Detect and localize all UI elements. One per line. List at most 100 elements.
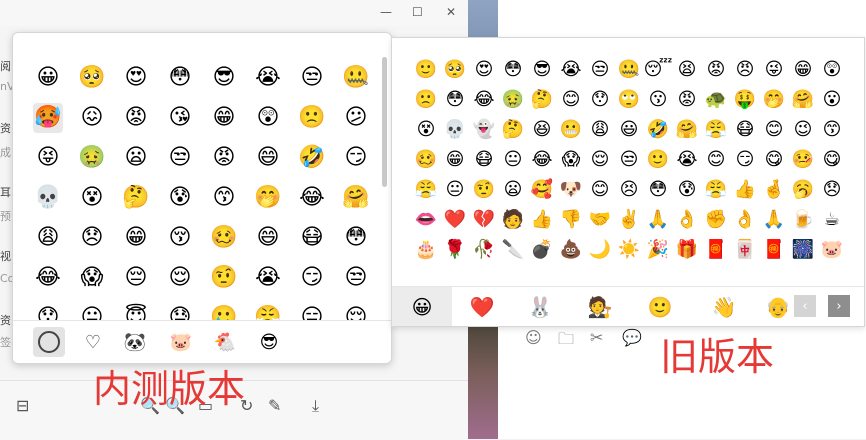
emoji-cell[interactable]: 😖 <box>77 103 107 133</box>
emoji-cell[interactable]: 🤗 <box>673 116 701 144</box>
emoji-cell[interactable]: ☀️ <box>615 236 643 264</box>
emoji-cell[interactable]: 😂 <box>33 263 63 293</box>
emoji-cell[interactable]: 🐶 <box>557 176 585 204</box>
emoji-cell[interactable]: 🥰 <box>528 176 556 204</box>
emoji-cell[interactable]: 💔 <box>470 206 498 234</box>
emoji-cell[interactable]: 🌹 <box>441 236 469 264</box>
emoji-cell[interactable]: 😘 <box>165 103 195 133</box>
emoji-cell[interactable]: 😯 <box>586 86 614 114</box>
emoji-cell[interactable]: 😁 <box>789 56 817 84</box>
emoji-cell[interactable]: 🥴 <box>412 146 440 174</box>
next-page-button[interactable]: › <box>828 295 850 317</box>
emoji-cell[interactable]: 😫 <box>673 56 701 84</box>
emoji-cell[interactable]: 😰 <box>673 176 701 204</box>
emoji-cell[interactable]: 🤭 <box>253 183 283 213</box>
emoji-cell[interactable]: 😒 <box>297 63 327 93</box>
emoji-cell[interactable]: ❤️ <box>441 206 469 234</box>
emoji-cell[interactable]: 😞 <box>77 223 107 253</box>
emoji-cell[interactable]: 😝 <box>33 143 63 173</box>
emoji-cell[interactable]: 💀 <box>33 183 63 213</box>
emoji-cell[interactable]: 💩 <box>557 236 585 264</box>
emoji-cell[interactable]: 😱 <box>557 146 585 174</box>
tab-chicken-stickers[interactable]: 🐔 <box>209 327 241 357</box>
emoji-cell[interactable]: 😚 <box>165 223 195 253</box>
emoji-cell[interactable]: 😒 <box>341 263 371 293</box>
emoji-cell[interactable]: 🤒 <box>789 146 817 174</box>
tab-man-stickers[interactable]: 🧑‍⚖️ <box>580 292 620 322</box>
emoji-cell[interactable]: 🎂 <box>412 236 440 264</box>
emoji-cell[interactable]: 🙏 <box>760 206 788 234</box>
tab-wave-stickers[interactable]: 👋 <box>704 292 744 322</box>
emoji-cell[interactable]: 😳 <box>441 86 469 114</box>
emoji-cell[interactable]: 😌 <box>165 263 195 293</box>
emoji-cell[interactable]: 🔪 <box>499 236 527 264</box>
emoji-cell[interactable]: 😁 <box>209 103 239 133</box>
emoji-icon[interactable]: ☺ <box>525 328 542 347</box>
emoji-cell[interactable]: 🥱 <box>789 176 817 204</box>
emoji-cell[interactable]: 😩 <box>33 223 63 253</box>
emoji-cell[interactable]: 🐢 <box>702 86 730 114</box>
emoji-cell[interactable]: 😤 <box>702 176 730 204</box>
emoji-cell[interactable]: 😞 <box>818 176 846 204</box>
emoji-cell[interactable]: 😐 <box>499 146 527 174</box>
emoji-cell[interactable]: 🙁 <box>412 86 440 114</box>
emoji-cell[interactable]: 🥺 <box>441 56 469 84</box>
emoji-cell[interactable]: 😬 <box>557 116 585 144</box>
emoji-cell[interactable]: 🤔 <box>528 86 556 114</box>
emoji-cell[interactable]: 😜 <box>760 56 788 84</box>
emoji-cell[interactable]: 😐 <box>441 176 469 204</box>
emoji-cell[interactable]: 🤐 <box>615 56 643 84</box>
emoji-cell[interactable]: 😵 <box>412 116 440 144</box>
emoji-cell[interactable]: 🙂 <box>412 56 440 84</box>
emoji-cell[interactable]: ✌️ <box>615 206 643 234</box>
emoji-cell[interactable]: 😒 <box>615 146 643 174</box>
emoji-cell[interactable]: 😄 <box>253 223 283 253</box>
emoji-cell[interactable]: 😤 <box>412 176 440 204</box>
emoji-cell[interactable]: 😦 <box>499 176 527 204</box>
emoji-cell[interactable]: 😃 <box>615 116 643 144</box>
emoji-cell[interactable]: 🧧 <box>760 236 788 264</box>
emoji-cell[interactable]: 😊 <box>702 146 730 174</box>
emoji-cell[interactable]: 😡 <box>673 86 701 114</box>
emoji-cell[interactable]: 👌 <box>731 206 759 234</box>
emoji-cell[interactable]: 😵 <box>77 183 107 213</box>
emoji-cell[interactable]: 😊 <box>760 116 788 144</box>
emoji-cell[interactable]: 🤐 <box>341 63 371 93</box>
emoji-cell[interactable]: 😡 <box>702 56 730 84</box>
emoji-cell[interactable]: 😊 <box>586 176 614 204</box>
emoji-cell[interactable]: 😭 <box>673 146 701 174</box>
emoji-cell[interactable]: 😌 <box>586 146 614 174</box>
emoji-cell[interactable]: 😁 <box>441 146 469 174</box>
emoji-cell[interactable]: 😀 <box>33 63 63 93</box>
tab-rabbit-stickers[interactable]: 🐰 <box>520 292 560 322</box>
emoji-cell[interactable]: 😒 <box>165 143 195 173</box>
tab-panda-stickers[interactable]: 🐼 <box>119 327 151 357</box>
emoji-cell[interactable]: 🤔 <box>121 183 151 213</box>
emoji-cell[interactable]: 😣 <box>615 176 643 204</box>
emoji-cell[interactable]: 🙏 <box>644 206 672 234</box>
tab-sunglasses-stickers[interactable]: 😎 <box>253 327 285 357</box>
emoji-cell[interactable]: 😡 <box>121 103 151 133</box>
emoji-cell[interactable]: 😷 <box>470 146 498 174</box>
emoji-cell[interactable]: 😱 <box>77 263 107 293</box>
emoji-cell[interactable]: 🤞 <box>760 176 788 204</box>
emoji-cell[interactable]: 🙁 <box>297 103 327 133</box>
emoji-cell[interactable]: ☕ <box>818 206 846 234</box>
emoji-cell[interactable]: 😳 <box>499 56 527 84</box>
tab-emoji[interactable] <box>33 327 65 357</box>
emoji-cell[interactable]: 😭 <box>253 263 283 293</box>
emoji-cell[interactable]: 🥺 <box>77 63 107 93</box>
tab-pig-stickers[interactable]: 🐷 <box>165 327 197 357</box>
emoji-cell[interactable]: 😗 <box>644 86 672 114</box>
emoji-cell[interactable]: 😂 <box>528 146 556 174</box>
emoji-cell[interactable]: 😎 <box>528 56 556 84</box>
edit-icon[interactable]: ✎ <box>268 396 281 415</box>
emoji-cell[interactable]: 👄 <box>412 206 440 234</box>
emoji-cell[interactable]: 😦 <box>121 143 151 173</box>
emoji-cell[interactable]: 😍 <box>470 56 498 84</box>
emoji-cell[interactable]: 😲 <box>818 56 846 84</box>
emoji-cell[interactable]: 🤨 <box>209 263 239 293</box>
emoji-cell[interactable]: ✊ <box>702 206 730 234</box>
emoji-cell[interactable]: 😭 <box>557 56 585 84</box>
tab-face-stickers[interactable]: 🙂 <box>640 292 680 322</box>
